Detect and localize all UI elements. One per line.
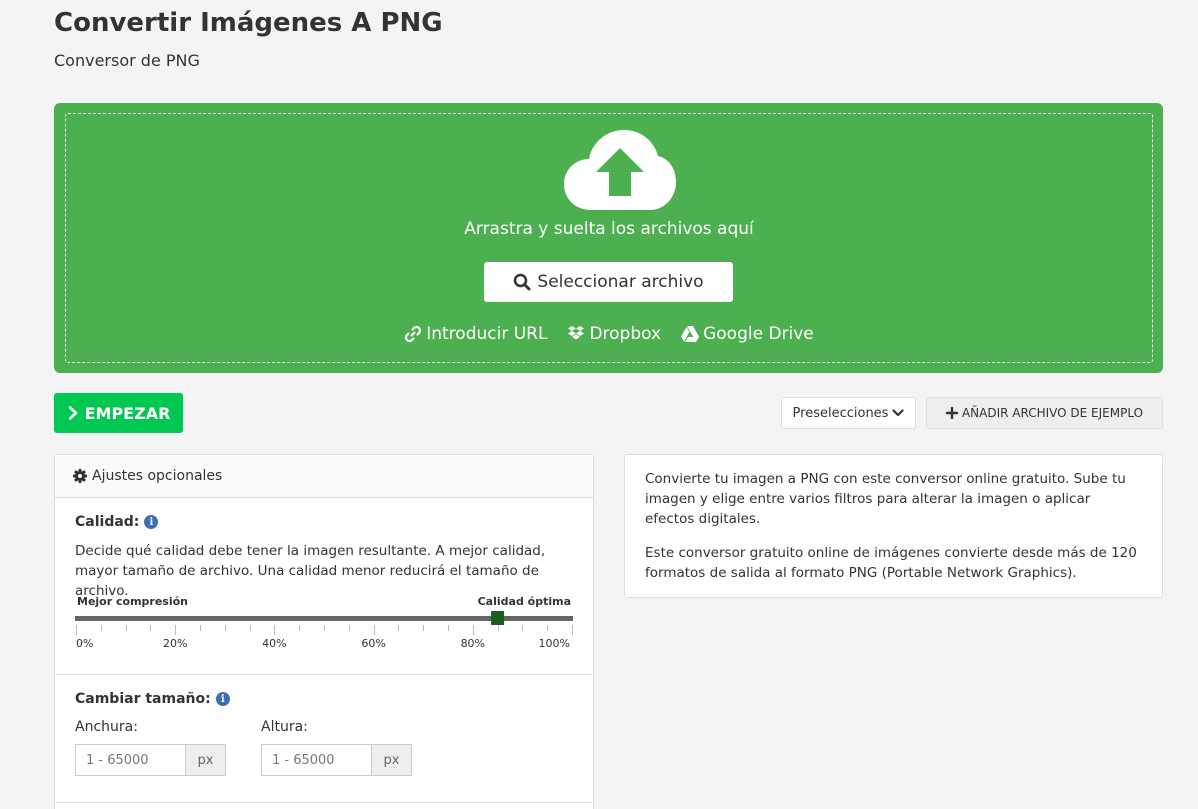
upload-sources: Introducir URL Dropbox Google Drive <box>66 324 1152 344</box>
height-input-group: px <box>261 744 412 776</box>
dropbox-link[interactable]: Dropbox <box>567 324 661 344</box>
presets-label: Preselecciones <box>792 405 889 421</box>
slider-tick-label: 80% <box>461 637 485 650</box>
dropbox-label: Dropbox <box>589 324 662 344</box>
height-input[interactable] <box>261 744 371 776</box>
cloud-upload-icon <box>564 130 676 210</box>
settings-header: Ajustes opcionales <box>55 455 593 498</box>
enter-url-link[interactable]: Introducir URL <box>404 324 547 344</box>
optional-settings-panel: Ajustes opcionales Calidad: i Decide qué… <box>54 454 594 809</box>
link-icon <box>405 325 422 343</box>
width-label: Anchura: <box>75 719 138 735</box>
slider-tick-label: 60% <box>361 637 385 650</box>
presets-dropdown[interactable]: Preselecciones <box>781 397 916 429</box>
google-drive-label: Google Drive <box>703 324 814 344</box>
settings-title: Ajustes opcionales <box>92 468 223 484</box>
gear-icon <box>73 469 87 483</box>
enter-url-label: Introducir URL <box>426 324 548 344</box>
dropbox-icon <box>568 326 585 340</box>
slider-tick-label: 100% <box>539 637 570 650</box>
slider-tick-label: 40% <box>262 637 286 650</box>
resize-section: Cambiar tamaño: i Anchura: Altura: px px <box>55 675 593 803</box>
plus-icon <box>945 407 958 419</box>
drop-instructions: Arrastra y suelta los archivos aquí <box>464 219 754 239</box>
resize-label: Cambiar tamaño: <box>75 691 211 707</box>
slider-tick-label: 0% <box>76 637 93 650</box>
google-drive-icon <box>681 326 700 342</box>
add-sample-file-button[interactable]: AÑADIR ARCHIVO DE EJEMPLO <box>926 397 1163 429</box>
width-input-group: px <box>75 744 226 776</box>
quality-label: Calidad: <box>75 514 140 530</box>
height-unit: px <box>371 744 412 776</box>
add-sample-label: AÑADIR ARCHIVO DE EJEMPLO <box>961 406 1144 420</box>
page-title: Convertir Imágenes A PNG <box>54 8 443 38</box>
slider-tick-label: 20% <box>163 637 187 650</box>
width-input[interactable] <box>75 744 185 776</box>
start-button[interactable]: EMPEZAR <box>54 393 183 433</box>
google-drive-link[interactable]: Google Drive <box>681 324 814 344</box>
chevron-right-icon <box>68 406 77 420</box>
info-icon[interactable]: i <box>215 692 230 706</box>
quality-label-row: Calidad: i <box>75 514 159 530</box>
select-file-button[interactable]: Seleccionar archivo <box>484 262 733 302</box>
height-label: Altura: <box>261 719 308 735</box>
info-icon[interactable]: i <box>144 515 159 529</box>
slider-ticks <box>76 625 573 635</box>
best-compression-label: Mejor compresión <box>77 595 188 608</box>
description-paragraph: Este conversor gratuito online de imágen… <box>645 545 1137 581</box>
select-file-label: Seleccionar archivo <box>537 272 704 292</box>
slider-handle[interactable] <box>491 611 505 625</box>
description-panel: Convierte tu imagen a PNG con este conve… <box>624 454 1163 598</box>
chevron-down-icon <box>892 409 905 417</box>
width-unit: px <box>185 744 226 776</box>
quality-slider[interactable]: 0% 20% 40% 60% 80% 100% <box>75 611 573 659</box>
page-subtitle: Conversor de PNG <box>54 51 200 70</box>
search-icon <box>514 273 531 291</box>
file-dropzone[interactable]: Arrastra y suelta los archivos aquí Sele… <box>54 103 1163 373</box>
dropzone-border: Arrastra y suelta los archivos aquí Sele… <box>65 113 1153 363</box>
quality-slider-track: 0% 20% 40% 60% 80% 100% <box>75 611 573 650</box>
start-label: EMPEZAR <box>84 403 171 423</box>
resize-label-row: Cambiar tamaño: i <box>75 691 230 707</box>
slider-tick-labels: 0% 20% 40% 60% 80% 100% <box>76 637 570 650</box>
best-quality-label: Calidad óptima <box>477 595 571 608</box>
description-paragraph: Convierte tu imagen a PNG con este conve… <box>645 471 1126 527</box>
quality-description: Decide qué calidad debe tener la imagen … <box>75 543 546 599</box>
